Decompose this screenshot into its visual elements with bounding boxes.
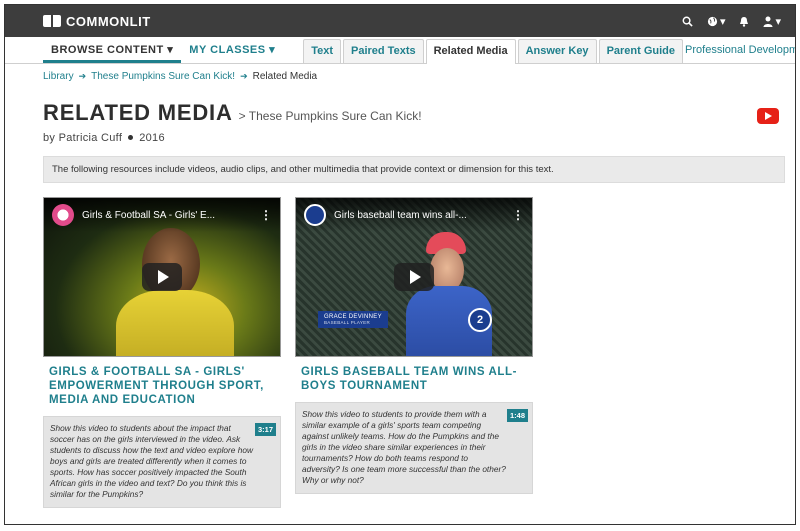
user-icon[interactable]: ▾ (763, 15, 781, 28)
duration-badge: 3:17 (254, 423, 276, 436)
byline: by Patricia Cuff 2016 (5, 126, 795, 144)
search-icon[interactable] (682, 16, 693, 27)
chevron-down-icon: ▾ (719, 15, 726, 28)
channel-logo-icon[interactable] (304, 204, 326, 226)
top-icons: ▾ ▾ (682, 15, 781, 28)
video-figure (116, 290, 234, 356)
globe-icon[interactable]: ▾ (707, 15, 726, 28)
description-text: Show this video to students to provide t… (302, 409, 506, 485)
video-title[interactable]: Girls & Football SA - Girls' E... (82, 210, 252, 221)
year: 2016 (139, 132, 165, 144)
logo-text: COMMONLIT (66, 13, 151, 29)
play-icon (158, 270, 169, 284)
tab-text[interactable]: Text (303, 39, 341, 63)
card-description: Show this video to students about the im… (43, 416, 281, 508)
browse-content-menu[interactable]: BROWSE CONTENT ▾ (43, 43, 182, 63)
video-player[interactable]: Girls & Football SA - Girls' E... ⋮ (43, 197, 281, 357)
video-header: Girls & Football SA - Girls' E... ⋮ (44, 198, 280, 232)
media-card: Girls & Football SA - Girls' E... ⋮ GIRL… (43, 197, 281, 508)
media-cards: Girls & Football SA - Girls' E... ⋮ GIRL… (5, 183, 795, 508)
card-title[interactable]: GIRLS & FOOTBALL SA - GIRLS' EMPOWERMENT… (43, 357, 281, 407)
tab-related-media[interactable]: Related Media (425, 39, 516, 64)
tab-parent-guide[interactable]: Parent Guide (598, 39, 684, 63)
card-title[interactable]: GIRLS BASEBALL TEAM WINS ALL-BOYS TOURNA… (295, 357, 533, 393)
breadcrumb-current: Related Media (252, 71, 318, 82)
more-vert-icon[interactable]: ⋮ (260, 208, 272, 222)
play-button[interactable] (142, 263, 182, 291)
chevron-down-icon: ▾ (775, 15, 781, 28)
duration-badge: 1:48 (506, 409, 528, 422)
page-subtitle: > These Pumpkins Sure Can Kick! (238, 109, 422, 123)
youtube-icon[interactable] (757, 108, 779, 124)
channel-bug: 2 (468, 308, 492, 332)
author: by Patricia Cuff (43, 132, 123, 144)
card-description: Show this video to students to provide t… (295, 402, 533, 494)
arrow-right-icon: ➔ (78, 71, 87, 81)
commonlit-logo[interactable]: COMMONLIT (43, 14, 151, 29)
tab-paired-texts[interactable]: Paired Texts (343, 39, 424, 63)
info-box: The following resources include videos, … (43, 156, 785, 183)
video-player[interactable]: Girls baseball team wins all-... ⋮ GRACE… (295, 197, 533, 357)
play-glyph (765, 112, 772, 120)
play-button[interactable] (394, 263, 434, 291)
lower-third-sub: BASEBALL PLAYER (324, 320, 371, 325)
video-header: Girls baseball team wins all-... ⋮ (296, 198, 532, 232)
top-bar: COMMONLIT ▾ ▾ (5, 5, 795, 37)
video-lower-third: GRACE DEVINNEY BASEBALL PLAYER (318, 311, 388, 328)
breadcrumb: Library ➔ These Pumpkins Sure Can Kick! … (5, 64, 795, 82)
tab-answer-key[interactable]: Answer Key (517, 39, 597, 63)
main-nav: BROWSE CONTENT ▾ MY CLASSES ▾ Text Paire… (5, 37, 795, 64)
play-icon (410, 270, 421, 284)
media-card: Girls baseball team wins all-... ⋮ GRACE… (295, 197, 533, 508)
arrow-right-icon: ➔ (240, 71, 248, 81)
video-title[interactable]: Girls baseball team wins all-... (334, 210, 504, 221)
breadcrumb-library[interactable]: Library (43, 71, 74, 82)
separator-dot (128, 135, 134, 140)
more-vert-icon[interactable]: ⋮ (512, 208, 524, 222)
channel-logo-icon[interactable] (52, 204, 74, 226)
book-icon (43, 15, 61, 27)
pd-portal-link[interactable]: Professional Development Portal (685, 44, 795, 63)
breadcrumb-text[interactable]: These Pumpkins Sure Can Kick! (91, 71, 235, 82)
my-classes-menu[interactable]: MY CLASSES ▾ (181, 43, 283, 63)
bell-icon[interactable] (739, 16, 749, 27)
title-row: RELATED MEDIA > These Pumpkins Sure Can … (5, 82, 795, 126)
page-title: RELATED MEDIA (43, 100, 233, 125)
description-text: Show this video to students about the im… (50, 423, 253, 499)
browser-frame: COMMONLIT ▾ ▾ BROWSE CONTENT ▾ MY CLASSE… (4, 4, 796, 525)
